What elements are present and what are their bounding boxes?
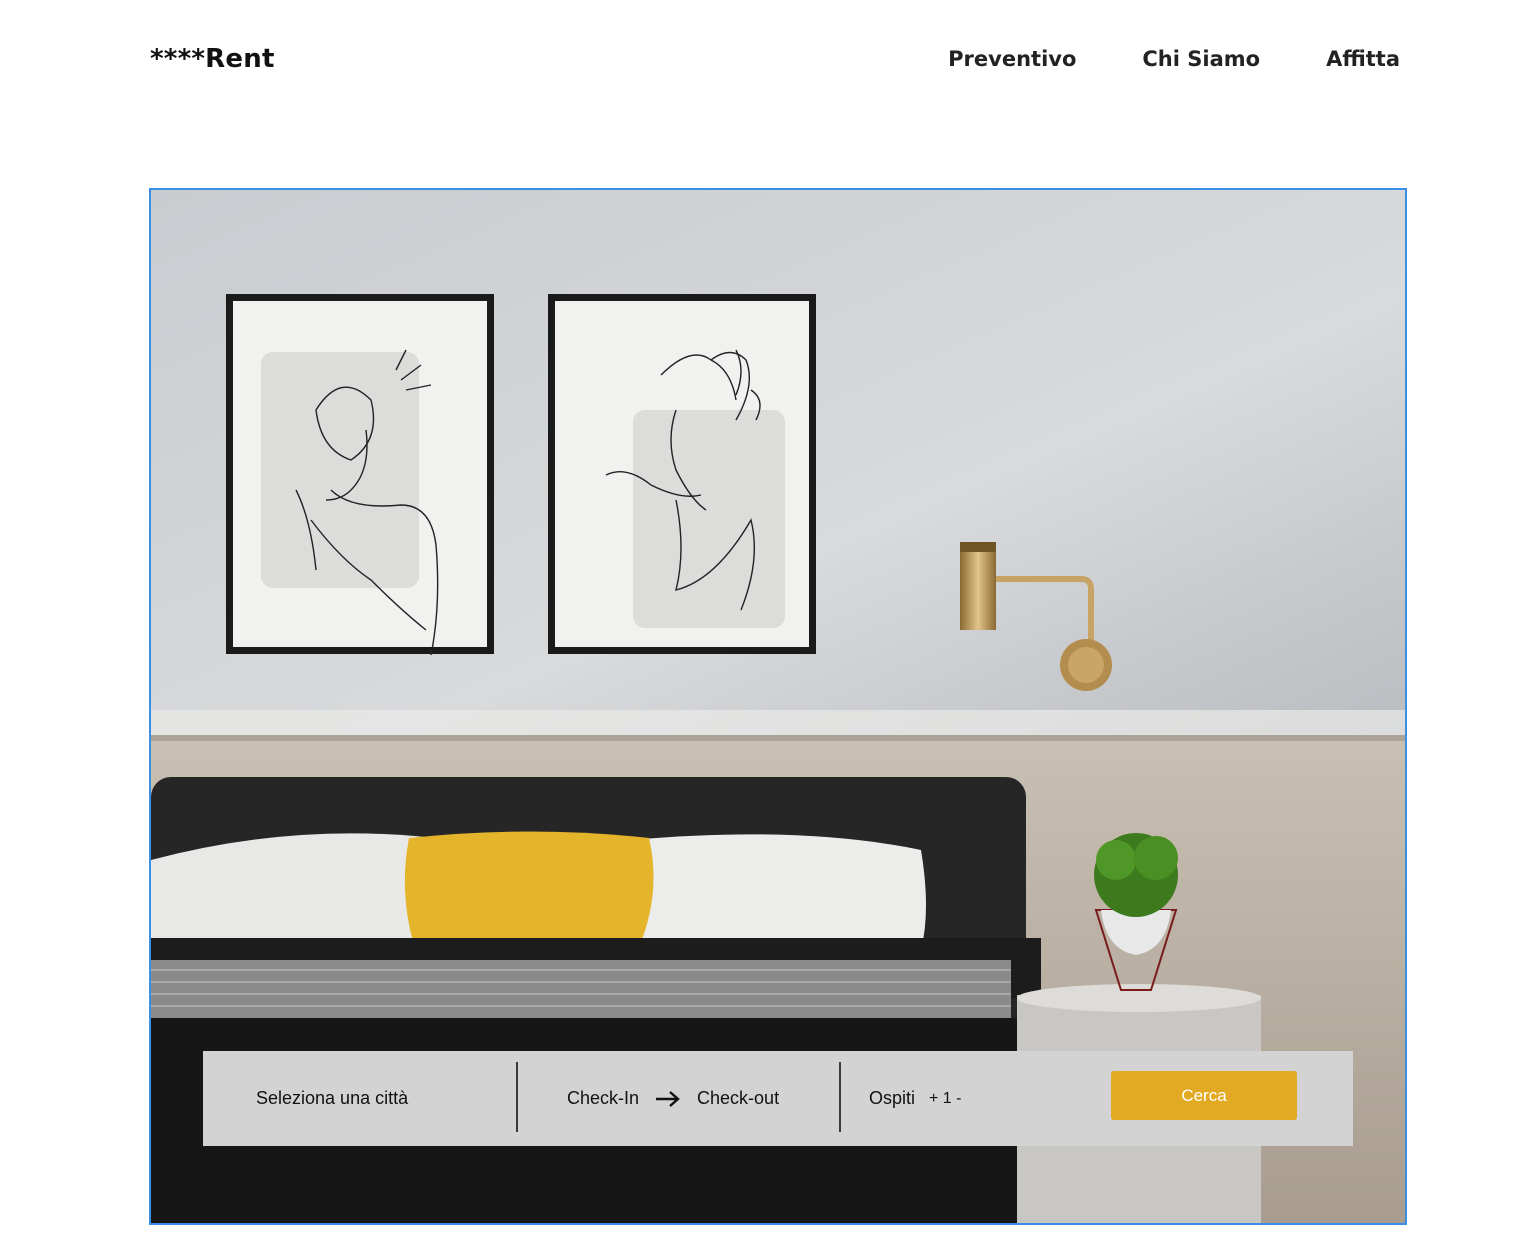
city-select[interactable]: Seleziona una città — [256, 1051, 408, 1146]
search-bar: Seleziona una città Check-In Check-out O… — [203, 1051, 1353, 1146]
search-divider — [516, 1062, 518, 1132]
checkin-field[interactable]: Check-In — [567, 1088, 639, 1109]
main-nav: Preventivo Chi Siamo Affitta — [948, 47, 1400, 71]
nav-affitta[interactable]: Affitta — [1326, 47, 1400, 71]
search-button[interactable]: Cerca — [1111, 1071, 1297, 1120]
guests-stepper[interactable]: + 1 - — [929, 1090, 961, 1108]
nav-preventivo[interactable]: Preventivo — [948, 47, 1076, 71]
search-divider — [839, 1062, 841, 1132]
arrow-right-icon — [656, 1090, 680, 1107]
guests-label: Ospiti — [869, 1088, 916, 1108]
guests-field: Ospiti + 1 - — [869, 1051, 961, 1146]
logo[interactable]: ****Rent — [150, 44, 275, 74]
date-range: Check-In Check-out — [567, 1051, 779, 1146]
nav-chi-siamo[interactable]: Chi Siamo — [1142, 47, 1260, 71]
checkout-field[interactable]: Check-out — [697, 1088, 779, 1109]
city-select-label: Seleziona una città — [256, 1088, 409, 1108]
